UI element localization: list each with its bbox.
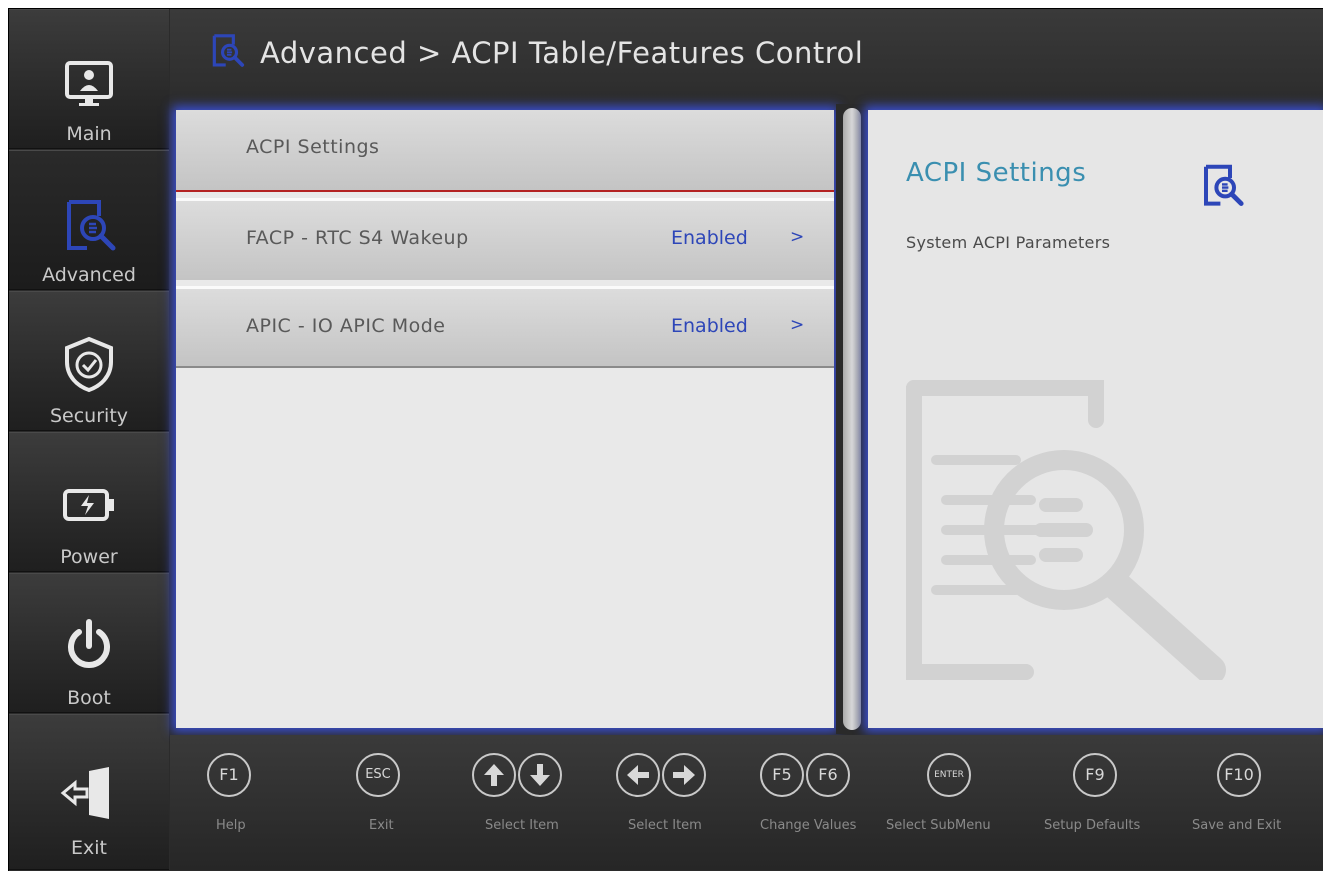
setting-value[interactable]: Enabled (671, 227, 748, 249)
title-bar: Advanced > ACPI Table/Features Control (170, 9, 1323, 105)
up-arrow-key[interactable] (472, 753, 516, 797)
sidebar-item-exit[interactable]: Exit (9, 714, 169, 870)
key-f5[interactable]: F5 (760, 753, 804, 797)
arrow-right-icon (673, 765, 695, 785)
key-f6[interactable]: F6 (806, 753, 850, 797)
setting-name: APIC - IO APIC Mode (246, 315, 446, 337)
sidebar-item-boot[interactable]: Boot (9, 573, 169, 713)
help-title: ACPI Settings (906, 158, 1087, 188)
key-label-select-submenu: Select SubMenu (886, 818, 991, 833)
arrow-down-icon (530, 764, 550, 786)
sidebar-item-label: Exit (71, 837, 107, 859)
setting-row-rtc-s4-wakeup[interactable]: FACP - RTC S4 Wakeup Enabled > (176, 198, 834, 280)
power-icon (68, 619, 110, 668)
down-arrow-key[interactable] (518, 753, 562, 797)
chevron-right-icon: > (790, 227, 805, 247)
key-label-select-item: Select Item (485, 818, 559, 833)
setting-row-io-apic-mode[interactable]: APIC - IO APIC Mode Enabled > (176, 286, 834, 368)
key-label-exit: Exit (369, 818, 394, 833)
sidebar-item-label: Boot (67, 687, 111, 709)
exit-door-icon (60, 767, 109, 819)
key-enter[interactable]: ENTER (927, 753, 971, 797)
arrow-up-icon (484, 764, 504, 786)
arrow-left-icon (627, 765, 649, 785)
sidebar-item-power[interactable]: Power (9, 432, 169, 572)
sidebar-item-advanced[interactable]: Advanced (9, 150, 169, 290)
setting-value[interactable]: Enabled (671, 315, 748, 337)
setting-name: FACP - RTC S4 Wakeup (246, 227, 469, 249)
sidebar-item-main[interactable]: Main (9, 9, 169, 149)
document-search-watermark-icon (906, 380, 1226, 680)
help-description: System ACPI Parameters (906, 233, 1111, 252)
monitor-user-icon (65, 61, 113, 106)
sidebar-item-security[interactable]: Security (9, 291, 169, 431)
left-arrow-key[interactable] (616, 753, 660, 797)
key-legend: F1 Help ESC Exit Select Item Select Item… (170, 735, 1323, 870)
sidebar-item-label: Main (66, 123, 112, 145)
chevron-right-icon: > (790, 315, 805, 335)
key-f10[interactable]: F10 (1217, 753, 1261, 797)
right-arrow-key[interactable] (662, 753, 706, 797)
sidebar: Main Advanced Security Power Boot Exit (9, 9, 169, 870)
document-search-icon (212, 34, 245, 67)
key-label-select-item: Select Item (628, 818, 702, 833)
scrollbar-thumb[interactable] (843, 108, 861, 730)
key-label-help: Help (216, 818, 246, 833)
sidebar-item-label: Power (60, 546, 118, 568)
key-label-change-values: Change Values (760, 818, 857, 833)
key-label-setup-defaults: Setup Defaults (1044, 818, 1141, 833)
document-search-icon (67, 200, 116, 251)
key-f9[interactable]: F9 (1073, 753, 1117, 797)
setting-row-acpi-settings[interactable]: ACPI Settings (176, 110, 834, 192)
battery-icon (63, 489, 114, 521)
key-esc[interactable]: ESC (356, 753, 400, 797)
key-label-save-and-exit: Save and Exit (1192, 818, 1282, 833)
sidebar-item-label: Security (49, 405, 129, 427)
page-title: Advanced > ACPI Table/Features Control (260, 36, 864, 70)
help-panel: ACPI Settings System ACPI Parameters (868, 110, 1323, 728)
document-search-icon (1204, 164, 1244, 206)
shield-check-icon (65, 336, 113, 393)
setting-name: ACPI Settings (246, 136, 380, 158)
settings-panel: ACPI Settings FACP - RTC S4 Wakeup Enabl… (176, 110, 834, 728)
key-f1[interactable]: F1 (207, 753, 251, 797)
sidebar-item-label: Advanced (42, 264, 136, 286)
